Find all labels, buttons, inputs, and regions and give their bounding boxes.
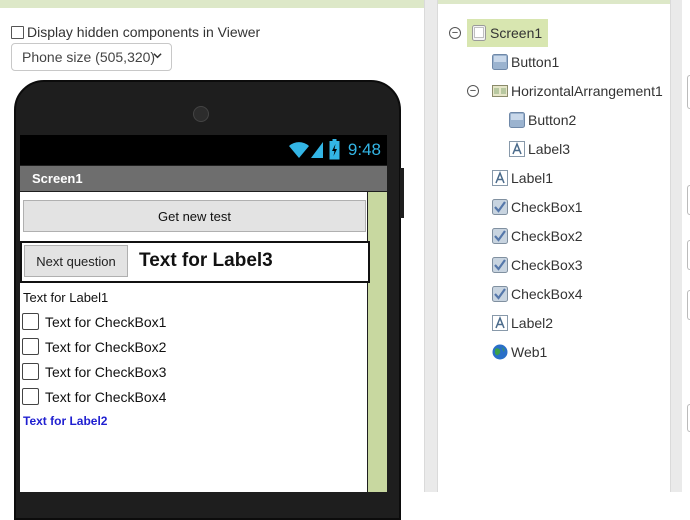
tree-label-checkbox4: CheckBox4 bbox=[511, 286, 583, 302]
tree-item-button1[interactable]: Button1 bbox=[492, 50, 559, 74]
display-hidden-label: Display hidden components in Viewer bbox=[27, 24, 261, 40]
tree-label-checkbox1: CheckBox1 bbox=[511, 199, 583, 215]
signal-icon bbox=[311, 142, 323, 158]
next-question-button[interactable]: Next question bbox=[24, 245, 128, 277]
tree-label-label2: Label2 bbox=[511, 315, 554, 331]
phone-speaker bbox=[193, 106, 209, 122]
checkbox4-label: Text for CheckBox4 bbox=[45, 388, 167, 405]
phone-side-button bbox=[400, 168, 404, 218]
tree-item-label3[interactable]: Label3 bbox=[509, 137, 570, 161]
tree-label-checkbox3: CheckBox3 bbox=[511, 257, 583, 273]
tree-item-label1[interactable]: Label1 bbox=[492, 166, 553, 190]
tree-label-horizontalarrangement1: HorizontalArrangement1 bbox=[511, 83, 663, 99]
tree-label-web1: Web1 bbox=[511, 344, 548, 360]
tree-label-button1: Button1 bbox=[511, 54, 560, 70]
web-icon bbox=[492, 344, 508, 360]
label-icon bbox=[509, 141, 525, 157]
properties-divider[interactable] bbox=[670, 0, 682, 492]
screen-scrollbar[interactable] bbox=[368, 192, 387, 492]
checkbox-icon bbox=[492, 228, 508, 244]
screen-icon bbox=[472, 25, 486, 41]
get-new-test-button[interactable]: Get new test bbox=[23, 200, 366, 232]
button-icon bbox=[492, 54, 508, 70]
tree-item-button2[interactable]: Button2 bbox=[509, 108, 576, 132]
screen-title-bar: Screen1 bbox=[20, 166, 387, 191]
status-time: 9:48 bbox=[347, 140, 381, 159]
viewer-top-strip bbox=[0, 0, 424, 8]
label2[interactable]: Text for Label2 bbox=[23, 414, 107, 428]
label-icon bbox=[492, 170, 508, 186]
checkbox-icon bbox=[492, 286, 508, 302]
checkbox4[interactable]: Text for CheckBox4 bbox=[22, 388, 166, 405]
display-hidden-components-toggle[interactable]: Display hidden components in Viewer bbox=[11, 24, 260, 40]
checkbox3-box[interactable] bbox=[22, 363, 39, 380]
checkbox3-label: Text for CheckBox3 bbox=[45, 363, 167, 380]
label3[interactable]: Text for Label3 bbox=[139, 250, 273, 272]
tree-label-label1: Label1 bbox=[511, 170, 554, 186]
phone-size-select[interactable]: Phone size (505,320) bbox=[11, 43, 172, 71]
chevron-down-icon bbox=[153, 53, 162, 59]
button-icon bbox=[509, 112, 525, 128]
tree-item-label2[interactable]: Label2 bbox=[492, 311, 553, 335]
checkbox-icon bbox=[492, 257, 508, 273]
tree-label-button2: Button2 bbox=[528, 112, 577, 128]
checkbox4-box[interactable] bbox=[22, 388, 39, 405]
tree-label-checkbox2: CheckBox2 bbox=[511, 228, 583, 244]
tree-item-checkbox3[interactable]: CheckBox3 bbox=[492, 253, 583, 277]
checkbox1[interactable]: Text for CheckBox1 bbox=[22, 313, 166, 330]
tree-item-checkbox2[interactable]: CheckBox2 bbox=[492, 224, 583, 248]
collapse-screen1-toggle[interactable]: − bbox=[449, 27, 461, 39]
label1[interactable]: Text for Label1 bbox=[23, 290, 108, 305]
checkbox1-box[interactable] bbox=[22, 313, 39, 330]
tree-label-screen1: Screen1 bbox=[490, 25, 543, 41]
battery-icon bbox=[329, 139, 340, 160]
label-icon bbox=[492, 315, 508, 331]
checkbox3[interactable]: Text for CheckBox3 bbox=[22, 363, 166, 380]
components-top-strip bbox=[438, 0, 670, 4]
tree-item-horizontalarrangement1[interactable]: HorizontalArrangement1 bbox=[492, 79, 663, 103]
screen-title: Screen1 bbox=[32, 171, 83, 186]
phone-size-value: Phone size (505,320) bbox=[22, 49, 156, 65]
checkbox2-box[interactable] bbox=[22, 338, 39, 355]
horizontal-arrangement-icon bbox=[492, 85, 508, 97]
checkbox-icon bbox=[492, 199, 508, 215]
display-hidden-checkbox[interactable] bbox=[11, 25, 24, 39]
collapse-horizontal-arrangement-toggle[interactable]: − bbox=[467, 85, 479, 97]
tree-item-checkbox1[interactable]: CheckBox1 bbox=[492, 195, 583, 219]
tree-item-web1[interactable]: Web1 bbox=[492, 340, 547, 364]
pane-divider[interactable] bbox=[424, 0, 438, 492]
checkbox2-label: Text for CheckBox2 bbox=[45, 338, 167, 355]
checkbox2[interactable]: Text for CheckBox2 bbox=[22, 338, 166, 355]
tree-item-checkbox4[interactable]: CheckBox4 bbox=[492, 282, 583, 306]
tree-item-screen1[interactable]: Screen1 bbox=[467, 19, 549, 47]
wifi-icon bbox=[289, 142, 309, 158]
phone-status-bar: 9:48 bbox=[20, 135, 387, 165]
checkbox1-label: Text for CheckBox1 bbox=[45, 313, 167, 330]
tree-label-label3: Label3 bbox=[528, 141, 571, 157]
